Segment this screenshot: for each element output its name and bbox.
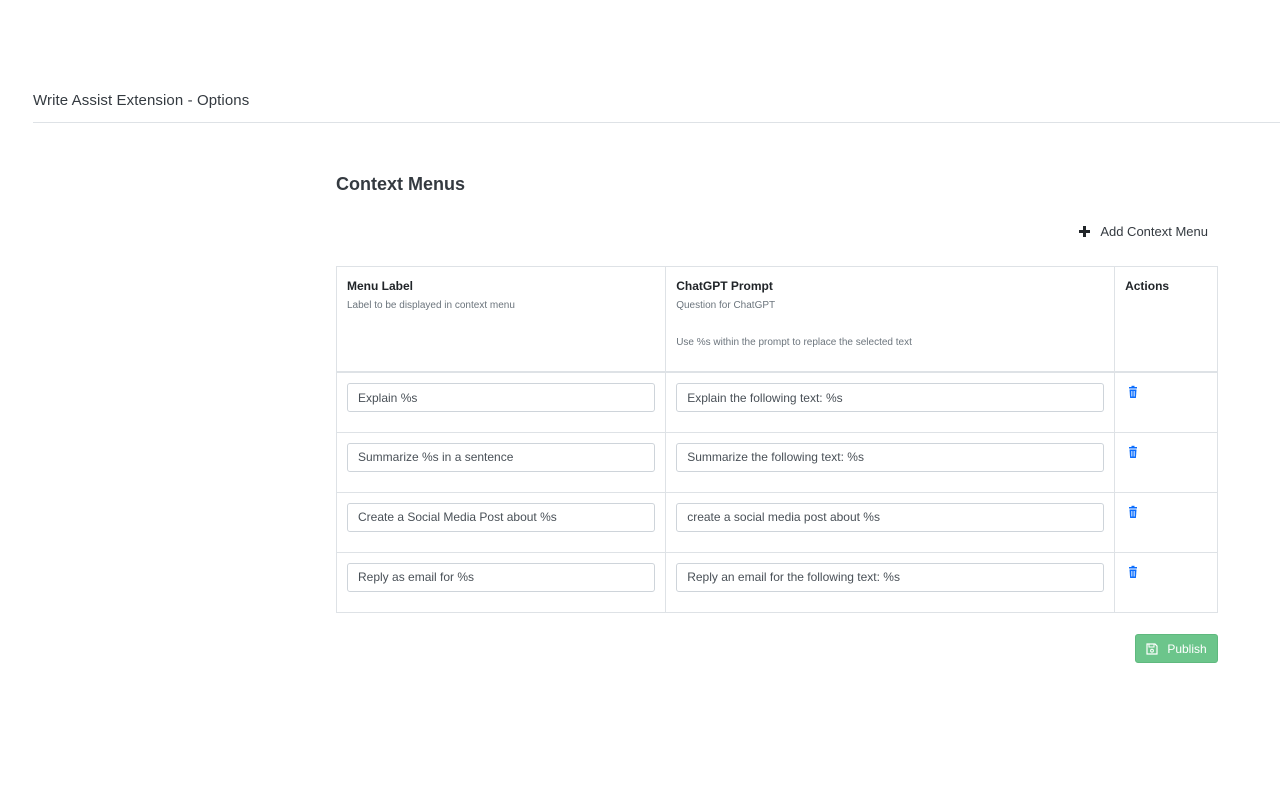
menu-label-input[interactable] [347, 562, 656, 592]
prompt-input[interactable] [676, 502, 1105, 532]
menu-label-cell [335, 491, 667, 553]
chatgpt-prompt-header-note: Use %s within the prompt to replace the … [676, 337, 912, 348]
menu-label-input[interactable] [347, 502, 656, 532]
trash-icon[interactable] [1125, 505, 1141, 521]
context-menus-table: Menu Label Label to be displayed in cont… [335, 266, 1218, 613]
actions-header-title: Actions [1125, 279, 1170, 293]
menu-label-cell [335, 551, 667, 613]
menu-label-cell [335, 371, 667, 433]
prompt-cell [665, 551, 1116, 613]
table-row [335, 551, 1218, 613]
add-context-menu-label: Add Context Menu [1100, 224, 1208, 239]
actions-cell [1114, 431, 1218, 493]
page-title: Write Assist Extension - Options [33, 92, 250, 109]
menu-label-input[interactable] [347, 383, 656, 412]
chatgpt-prompt-header: ChatGPT Prompt Question for ChatGPT Use … [665, 266, 1116, 373]
trash-icon[interactable] [1125, 445, 1141, 461]
table-row [335, 491, 1218, 553]
menu-label-header-title: Menu Label [347, 279, 414, 293]
actions-cell [1114, 491, 1218, 553]
prompt-input[interactable] [676, 442, 1105, 472]
prompt-cell [665, 431, 1116, 493]
save-icon [1146, 642, 1158, 655]
table-row [335, 431, 1218, 493]
actions-cell [1114, 371, 1218, 433]
prompt-input[interactable] [676, 562, 1105, 592]
options-content: Context Menus Add Context Menu Menu Labe… [335, 172, 1218, 663]
add-context-menu-button[interactable]: Add Context Menu [1079, 224, 1208, 239]
table-row [335, 371, 1218, 433]
publish-label: Publish [1167, 641, 1207, 656]
menu-label-input[interactable] [347, 442, 656, 472]
chatgpt-prompt-header-title: ChatGPT Prompt [676, 279, 773, 293]
plus-icon [1079, 226, 1091, 237]
menu-label-header-subtitle: Label to be displayed in context menu [347, 300, 515, 311]
app-header: Write Assist Extension - Options [33, 90, 1280, 123]
menu-label-cell [335, 431, 667, 493]
prompt-cell [665, 491, 1116, 553]
prompt-cell [665, 371, 1116, 433]
actions-cell [1114, 551, 1218, 613]
trash-icon[interactable] [1125, 385, 1141, 401]
section-title: Context Menus [336, 174, 466, 194]
prompt-input[interactable] [676, 383, 1105, 412]
publish-button[interactable]: Publish [1135, 634, 1218, 663]
menu-label-header: Menu Label Label to be displayed in cont… [335, 266, 667, 373]
actions-header: Actions [1114, 266, 1218, 373]
trash-icon[interactable] [1125, 565, 1141, 581]
table-header-row: Menu Label Label to be displayed in cont… [335, 266, 1218, 373]
chatgpt-prompt-header-subtitle: Question for ChatGPT [676, 300, 776, 311]
